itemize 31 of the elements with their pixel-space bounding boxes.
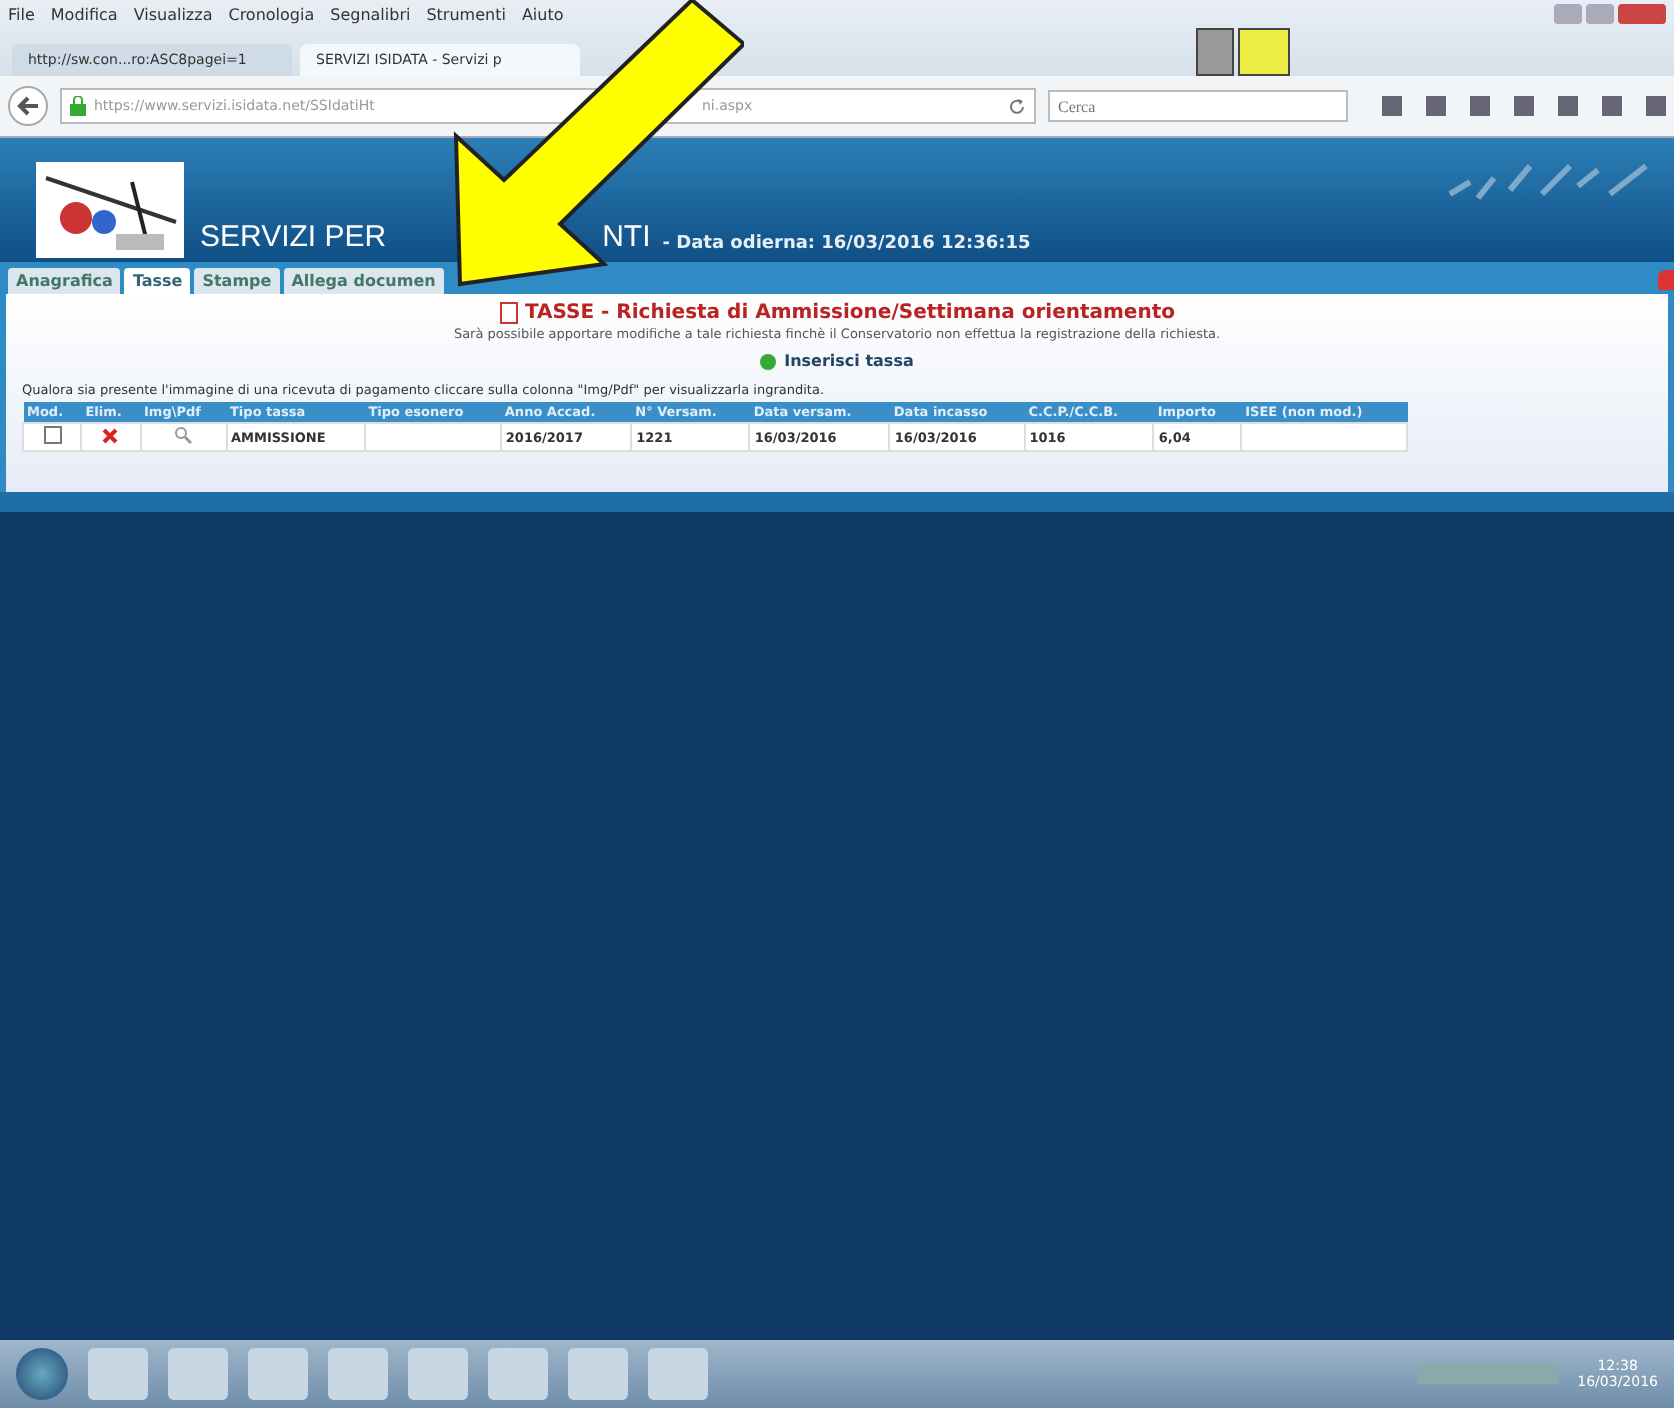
menu-item[interactable]: Segnalibri xyxy=(330,5,411,23)
site-title: NTI xyxy=(602,220,651,254)
menu-item[interactable]: Modifica xyxy=(50,5,118,23)
menu-item[interactable]: Strumenti xyxy=(426,5,506,23)
tab[interactable]: Stampe xyxy=(194,268,280,294)
lock-icon xyxy=(70,96,86,116)
site-title: SERVIZI PER xyxy=(200,220,387,254)
edit-icon[interactable] xyxy=(43,426,62,444)
tab[interactable]: Tasse xyxy=(124,268,191,294)
current-date: - Data odierna: 16/03/2016 12:36:15 xyxy=(662,234,1031,254)
menu-item[interactable]: Aiuto xyxy=(521,5,564,23)
page-title: TASSE - Richiesta di Ammissione/Settimana orientamento xyxy=(525,302,1175,324)
search-field[interactable]: Cerca xyxy=(1048,90,1348,122)
back-arrow-icon xyxy=(14,92,42,120)
start-button[interactable] xyxy=(16,1348,68,1400)
back-button[interactable] xyxy=(8,86,48,126)
maximize-button[interactable] xyxy=(1586,4,1614,24)
delete-icon[interactable] xyxy=(102,427,119,443)
close-icon[interactable] xyxy=(1658,270,1674,290)
table-cell xyxy=(364,423,501,451)
magnifier-icon[interactable] xyxy=(174,426,192,444)
tab[interactable]: Allega documen xyxy=(283,268,444,294)
minimize-button[interactable] xyxy=(1554,4,1582,24)
menu-item[interactable]: Visualizza xyxy=(133,5,213,23)
add-fee-link[interactable]: Inserisci tassa xyxy=(760,352,914,370)
menu-item[interactable]: Cronologia xyxy=(228,5,315,23)
tab[interactable]: Anagrafica xyxy=(8,268,121,294)
menu-item[interactable]: File xyxy=(8,5,35,23)
reload-icon[interactable] xyxy=(1008,97,1026,115)
add-icon xyxy=(760,353,777,369)
close-button[interactable] xyxy=(1618,4,1666,24)
